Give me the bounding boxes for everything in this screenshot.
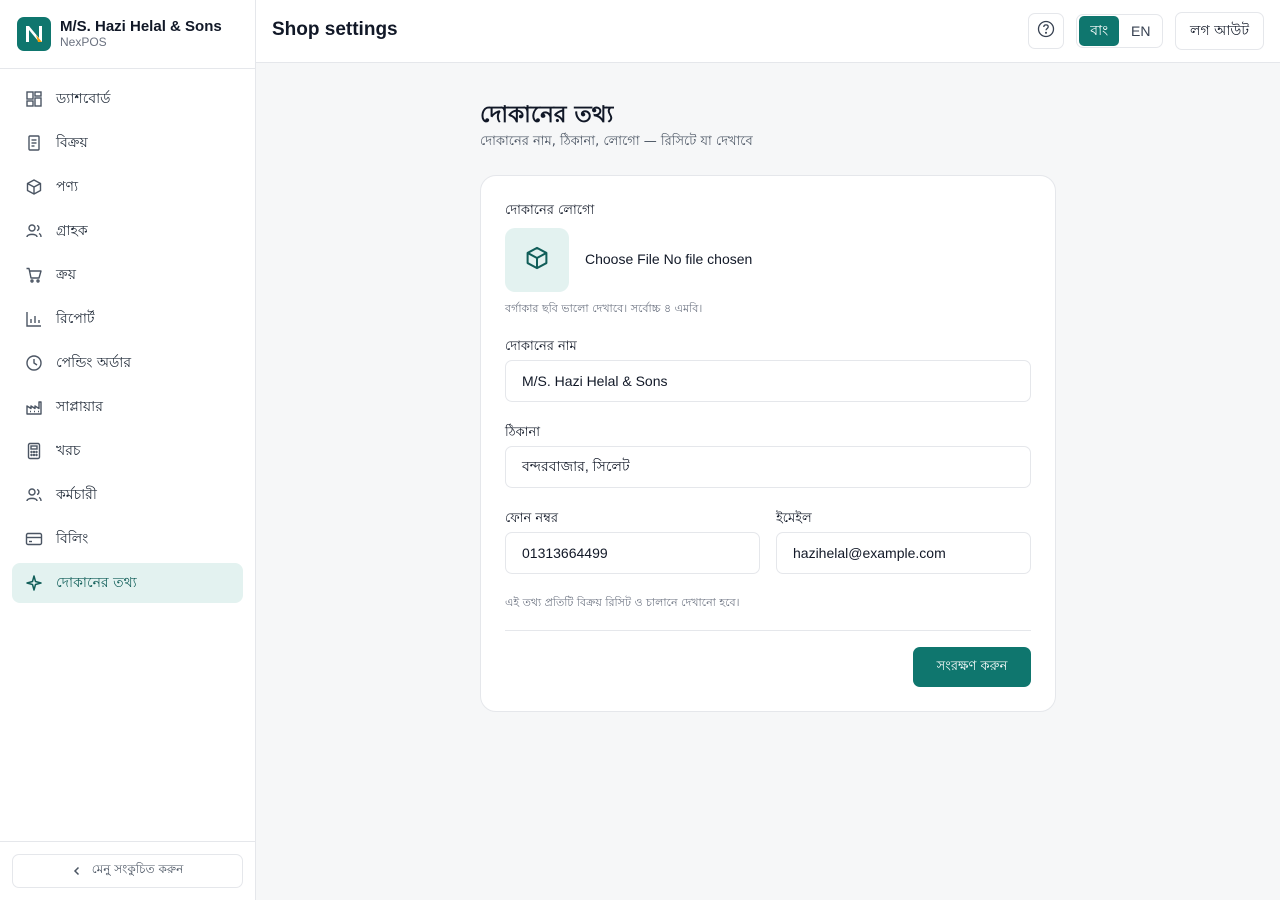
logo-file-input[interactable]: Choose File No file chosen <box>585 251 752 267</box>
sidebar-item-pending-orders[interactable]: পেন্ডিং অর্ডার <box>12 343 243 383</box>
sidebar-nav: ড্যাশবোর্ড বিক্রয় পণ্য গ্রাহক ক্রয় রিপ… <box>12 79 243 607</box>
phone-input[interactable]: 01313664499 <box>505 532 760 574</box>
sidebar-item-label: বিক্রয় <box>56 135 88 151</box>
sidebar-item-label: কর্মচারী <box>56 487 97 503</box>
sidebar-item-customers[interactable]: গ্রাহক <box>12 211 243 251</box>
sidebar-item-label: খরচ <box>56 443 81 459</box>
phone-label: ফোন নম্বর <box>505 511 559 526</box>
calculator-icon <box>25 442 43 460</box>
logo-preview <box>505 228 569 292</box>
users-icon <box>25 486 43 504</box>
logo-hint: বর্গাকার ছবি ভালো দেখাবে। সর্বোচ্চ ৪ এমব… <box>505 302 703 315</box>
logout-button[interactable]: লগ আউট <box>1175 12 1264 50</box>
lang-en-button[interactable]: EN <box>1121 16 1160 46</box>
page-title: Shop settings <box>272 19 398 40</box>
divider <box>505 630 1031 631</box>
section-title: দোকানের তথ্য <box>480 102 614 128</box>
box-icon <box>524 245 550 275</box>
sidebar-item-label: রিপোর্ট <box>56 311 95 327</box>
shop-name-label: দোকানের নাম <box>505 339 577 354</box>
email-input[interactable]: hazihelal@example.com <box>776 532 1031 574</box>
section-subtitle: দোকানের নাম, ঠিকানা, লোগো — রিসিটে যা দে… <box>480 134 753 149</box>
brand: M/S. Hazi Helal & Sons NexPOS <box>0 0 255 69</box>
sparkle-icon <box>25 574 43 592</box>
shop-name: M/S. Hazi Helal & Sons <box>60 18 222 35</box>
sidebar-item-label: সাপ্লায়ার <box>56 399 103 415</box>
dashboard-icon <box>25 90 43 108</box>
sidebar-item-label: ড্যাশবোর্ড <box>56 91 111 107</box>
help-icon <box>1037 20 1055 42</box>
bar-chart-icon <box>25 310 43 328</box>
info-hint: এই তথ্য প্রতিটি বিক্রয় রিসিট ও চালানে দ… <box>505 596 740 609</box>
sidebar-item-employees[interactable]: কর্মচারী <box>12 475 243 515</box>
sidebar-item-label: ক্রয় <box>56 267 76 283</box>
address-input[interactable]: বন্দরবাজার, সিলেট <box>505 446 1031 488</box>
lang-bn-button[interactable]: বাং <box>1079 16 1120 46</box>
receipt-icon <box>25 134 43 152</box>
shop-name-input[interactable]: M/S. Hazi Helal & Sons <box>505 360 1031 402</box>
logo-label: দোকানের লোগো <box>505 203 595 218</box>
language-toggle: বাং EN <box>1076 14 1163 48</box>
sidebar-item-label: পেন্ডিং অর্ডার <box>56 355 132 371</box>
box-icon <box>25 178 43 196</box>
address-label: ঠিকানা <box>505 425 541 440</box>
sidebar-item-billing[interactable]: বিলিং <box>12 519 243 559</box>
shop-info-card: দোকানের লোগো Choose File No file chosen … <box>480 175 1056 712</box>
sidebar-item-expenses[interactable]: খরচ <box>12 431 243 471</box>
chevron-left-icon <box>72 866 82 876</box>
users-icon <box>25 222 43 240</box>
credit-card-icon <box>25 530 43 548</box>
sidebar-footer: মেনু সংকুচিত করুন <box>0 841 255 900</box>
sidebar-item-sales[interactable]: বিক্রয় <box>12 123 243 163</box>
sidebar-item-reports[interactable]: রিপোর্ট <box>12 299 243 339</box>
sidebar-item-products[interactable]: পণ্য <box>12 167 243 207</box>
nexpos-logo-icon <box>17 17 51 51</box>
clock-icon <box>25 354 43 372</box>
save-button[interactable]: সংরক্ষণ করুন <box>913 647 1031 687</box>
sidebar: M/S. Hazi Helal & Sons NexPOS ড্যাশবোর্ড… <box>0 0 256 900</box>
email-label: ইমেইল <box>776 511 812 526</box>
sidebar-item-dashboard[interactable]: ড্যাশবোর্ড <box>12 79 243 119</box>
sidebar-item-label: পণ্য <box>56 179 79 195</box>
help-button[interactable] <box>1028 13 1064 49</box>
factory-icon <box>25 398 43 416</box>
app-name: NexPOS <box>60 35 107 49</box>
cart-icon <box>25 266 43 284</box>
sidebar-item-suppliers[interactable]: সাপ্লায়ার <box>12 387 243 427</box>
top-header: Shop settings বাং EN লগ আউট <box>256 0 1280 63</box>
sidebar-item-label: বিলিং <box>56 531 89 547</box>
sidebar-item-shop-info[interactable]: দোকানের তথ্য <box>12 563 243 603</box>
collapse-menu-button[interactable]: মেনু সংকুচিত করুন <box>12 854 243 888</box>
sidebar-item-purchase[interactable]: ক্রয় <box>12 255 243 295</box>
sidebar-item-label: দোকানের তথ্য <box>56 575 137 591</box>
collapse-menu-label: মেনু সংকুচিত করুন <box>91 862 184 876</box>
sidebar-item-label: গ্রাহক <box>56 223 88 239</box>
